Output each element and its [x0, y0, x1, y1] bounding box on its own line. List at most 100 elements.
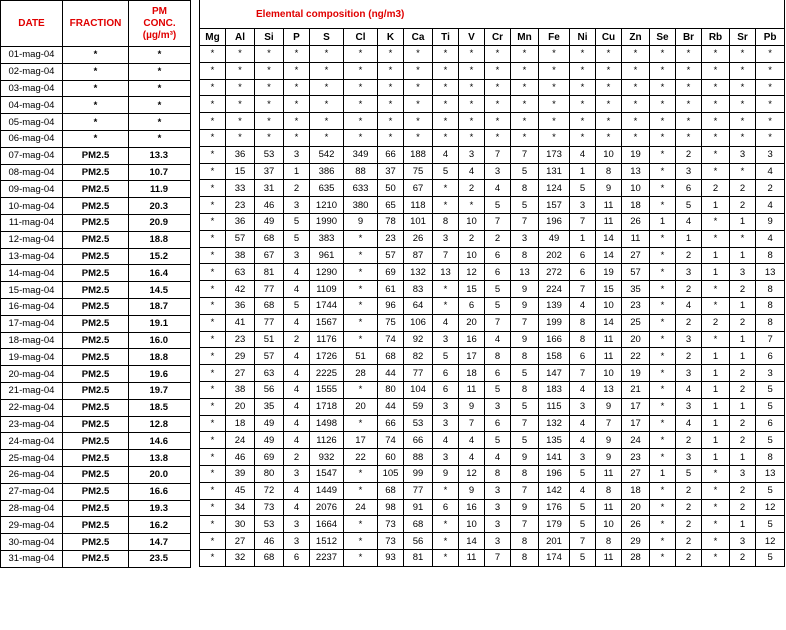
value-cell-rb: * [701, 330, 730, 349]
value-cell-cr: * [484, 45, 511, 63]
table-row: 24-mag-04 PM2.5 14.6 [0, 432, 191, 451]
value-cell-k: 69 [377, 263, 404, 282]
value-cell-se: * [649, 145, 676, 164]
value-cell-rb: 1 [701, 431, 730, 450]
value-cell-mg: * [199, 515, 226, 534]
pm-conc-cell: * [128, 96, 191, 115]
value-cell-sr: * [729, 45, 756, 63]
value-cell-zn: 17 [621, 397, 650, 416]
table-row: 20-mag-04 PM2.5 19.6 [0, 365, 191, 383]
value-cell-al: 45 [225, 481, 255, 500]
value-cell-ti: * [432, 78, 459, 97]
value-cell-p: * [283, 61, 310, 80]
value-cell-v: * [458, 112, 485, 130]
date-cell: 23-mag-04 [0, 415, 63, 434]
value-cell-v: 4 [458, 448, 485, 466]
table-row: 23-mag-04 PM2.5 12.8 [0, 415, 191, 434]
value-cell-k: * [377, 78, 404, 97]
value-cell-mg: * [199, 431, 226, 450]
value-cell-si: 69 [254, 448, 284, 466]
value-cell-sr: 1 [729, 330, 756, 349]
value-cell-zn: 17 [621, 414, 650, 433]
value-cell-p: 4 [283, 397, 310, 416]
value-cell-cu: 14 [595, 229, 622, 248]
value-cell-ni: * [569, 112, 596, 130]
value-cell-fe: * [538, 78, 570, 97]
value-cell-rb: 1 [701, 414, 730, 433]
value-cell-p: * [283, 95, 310, 114]
table-row: 13-mag-04 PM2.5 15.2 [0, 247, 191, 266]
value-cell-zn: 23 [621, 448, 650, 466]
value-cell-se: * [649, 246, 676, 265]
value-cell-s: 1512 [309, 532, 344, 550]
value-cell-s: 1664 [309, 515, 344, 534]
value-cell-rb: * [701, 95, 730, 114]
value-cell-br: 3 [675, 448, 702, 466]
value-cell-ti: 5 [432, 347, 459, 366]
value-cell-ca: 91 [403, 498, 433, 517]
value-cell-cr: 6 [484, 414, 511, 433]
value-cell-al: 15 [225, 162, 255, 181]
element-header-p: P [283, 28, 310, 46]
value-cell-k: * [377, 45, 404, 63]
value-cell-ti: * [432, 481, 459, 500]
value-cell-ni: * [569, 95, 596, 114]
value-cell-sr: 3 [729, 532, 756, 550]
fraction-cell: PM2.5 [62, 331, 129, 350]
value-cell-zn: 21 [621, 380, 650, 399]
value-cell-cr: 4 [484, 448, 511, 466]
table-row: * 34 73 4 2076 24 98 91 6 16 3 9 176 5 11 20 * 2 * 2 12 [199, 498, 786, 517]
value-cell-rb: 1 [701, 263, 730, 282]
value-cell-s: * [309, 95, 344, 114]
value-cell-rb: 1 [701, 246, 730, 265]
value-cell-zn: 11 [621, 229, 650, 248]
value-cell-rb: * [701, 481, 730, 500]
value-cell-br: 2 [675, 347, 702, 366]
value-cell-k: * [377, 128, 404, 147]
value-cell-cr: 4 [484, 330, 511, 349]
value-cell-si: 49 [254, 212, 284, 231]
value-cell-ca: * [403, 128, 433, 147]
date-cell: 28-mag-04 [0, 499, 63, 518]
value-cell-ca: 77 [403, 481, 433, 500]
value-cell-ca: * [403, 112, 433, 130]
value-cell-cu: 8 [595, 532, 622, 550]
value-cell-mn: 9 [510, 296, 539, 315]
value-cell-zn: 19 [621, 145, 650, 164]
value-cell-pb: 8 [754, 448, 786, 466]
value-cell-k: 65 [377, 196, 404, 214]
value-cell-fe: * [538, 45, 570, 63]
date-cell: 01-mag-04 [0, 46, 63, 64]
value-cell-rb: * [701, 280, 730, 298]
value-cell-p: 6 [283, 548, 310, 567]
value-cell-cr: * [484, 112, 511, 130]
value-cell-mn: 5 [510, 162, 539, 181]
value-cell-ti: 4 [432, 431, 459, 450]
value-cell-zn: 23 [621, 296, 650, 315]
value-cell-ti: 6 [432, 380, 459, 399]
value-cell-rb: * [701, 464, 730, 483]
value-cell-si: 46 [254, 196, 284, 214]
value-cell-s: * [309, 61, 344, 80]
pm-conc-cell: 14.5 [128, 281, 191, 299]
fraction-cell: PM2.5 [62, 365, 129, 383]
value-cell-br: 4 [675, 414, 702, 433]
value-cell-s: 1567 [309, 313, 344, 332]
value-cell-s: 1109 [309, 280, 344, 298]
value-cell-s: 1555 [309, 380, 344, 399]
value-cell-se: * [649, 330, 676, 349]
value-cell-si: * [254, 128, 284, 147]
value-cell-ni: 6 [569, 263, 596, 282]
value-cell-v: * [458, 45, 485, 63]
date-cell: 20-mag-04 [0, 365, 63, 383]
value-cell-si: 72 [254, 481, 284, 500]
value-cell-fe: 176 [538, 498, 570, 517]
pm-conc-cell: 14.7 [128, 533, 191, 551]
value-cell-al: * [225, 61, 255, 80]
value-cell-fe: * [538, 95, 570, 114]
value-cell-cl: 51 [343, 347, 378, 366]
value-cell-pb: 8 [754, 296, 786, 315]
fraction-cell: * [62, 129, 129, 148]
value-cell-fe: 147 [538, 364, 570, 382]
fraction-cell: PM2.5 [62, 348, 129, 367]
